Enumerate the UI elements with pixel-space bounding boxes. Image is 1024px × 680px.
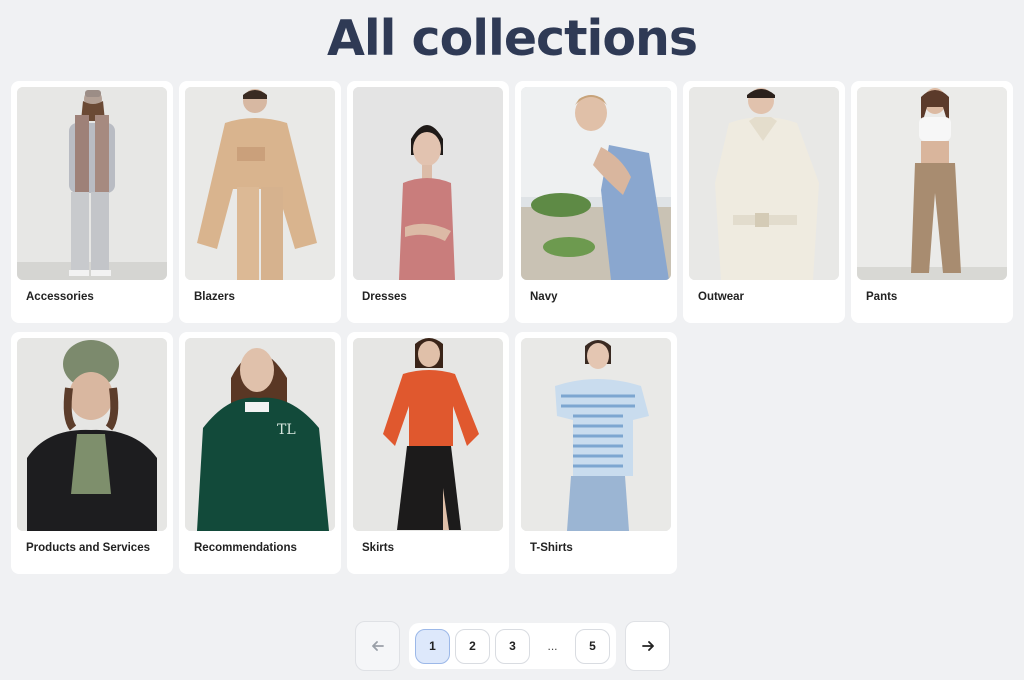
collection-image-navy: [521, 87, 671, 280]
collection-image-skirts: [353, 338, 503, 531]
collection-card-blazers[interactable]: Blazers: [179, 81, 341, 323]
collections-grid: Accessories Blazers Dresses Navy Outwear…: [11, 81, 1013, 574]
collection-label: Pants: [866, 291, 898, 303]
collection-image-accessories: [17, 87, 167, 280]
collection-label: T-Shirts: [530, 542, 573, 554]
svg-text:TL: TL: [277, 422, 296, 438]
page-button-3[interactable]: 3: [495, 628, 530, 664]
collection-image-pants: [857, 87, 1007, 280]
collection-card-accessories[interactable]: Accessories: [11, 81, 173, 323]
next-page-button[interactable]: [625, 621, 670, 671]
collection-image-t-shirts: [521, 338, 671, 531]
page-button-2[interactable]: 2: [455, 628, 490, 664]
collection-label: Outwear: [698, 291, 745, 303]
collection-card-t-shirts[interactable]: T-Shirts: [515, 332, 677, 574]
collection-label: Skirts: [362, 542, 394, 554]
collection-card-skirts[interactable]: Skirts: [347, 332, 509, 574]
arrow-left-icon: [371, 641, 384, 651]
collection-card-pants[interactable]: Pants: [851, 81, 1013, 323]
collection-label: Accessories: [26, 291, 94, 303]
prev-page-button[interactable]: [355, 621, 400, 671]
collection-image-dresses: [353, 87, 503, 280]
collection-card-dresses[interactable]: Dresses: [347, 81, 509, 323]
collection-image-outwear: [689, 87, 839, 280]
page-list: 1 2 3 ... 5: [409, 623, 616, 669]
collection-label: Dresses: [362, 291, 407, 303]
collection-label: Blazers: [194, 291, 235, 303]
collection-card-recommendations[interactable]: TL Recommendations: [179, 332, 341, 574]
collection-label: Recommendations: [194, 542, 297, 554]
collection-card-outwear[interactable]: Outwear: [683, 81, 845, 323]
page-ellipsis: ...: [547, 639, 558, 653]
page-button-5[interactable]: 5: [575, 628, 610, 664]
collection-image-products-and-services: [17, 338, 167, 531]
pagination: 1 2 3 ... 5: [355, 621, 670, 671]
collection-card-products-and-services[interactable]: Products and Services: [11, 332, 173, 574]
page-title: All collections: [326, 10, 698, 67]
collection-image-recommendations: TL: [185, 338, 335, 531]
page-button-1[interactable]: 1: [415, 628, 450, 664]
collection-image-blazers: [185, 87, 335, 280]
collection-label: Products and Services: [26, 542, 150, 554]
collection-label: Navy: [530, 291, 558, 303]
collection-card-navy[interactable]: Navy: [515, 81, 677, 323]
arrow-right-icon: [641, 641, 654, 651]
